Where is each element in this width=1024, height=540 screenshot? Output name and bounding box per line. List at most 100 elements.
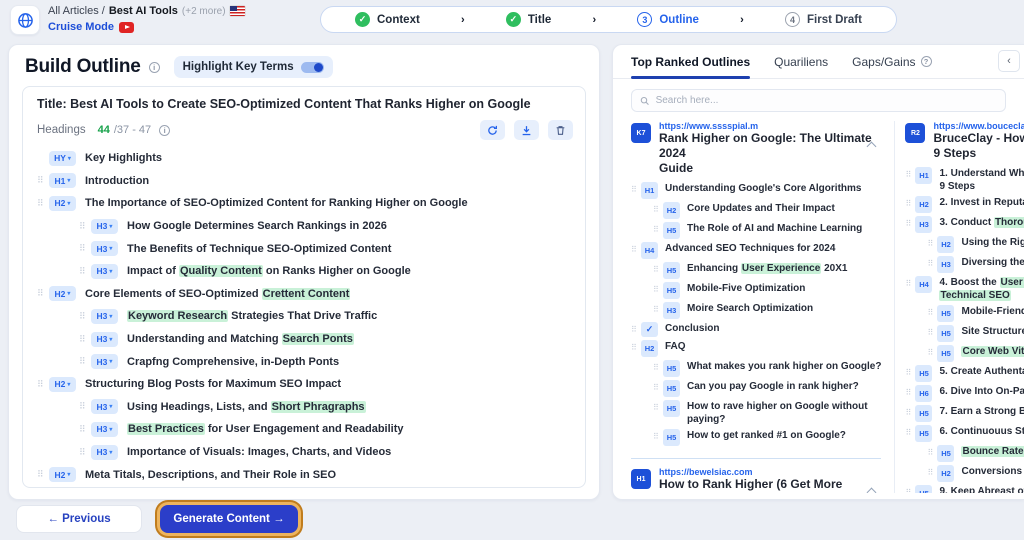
- drag-handle-icon[interactable]: ⠿: [653, 203, 663, 216]
- drag-handle-icon[interactable]: ⠿: [927, 466, 937, 479]
- ranked-outline-item[interactable]: ⠿H5 5. Create Authentative, High Quality …: [905, 365, 1024, 382]
- ranked-outline-item[interactable]: ⠿H5 Core Web Vitals: [927, 345, 1024, 362]
- ranked-outline-item[interactable]: ⠿ H5 How to get ranked #1 on Google?: [653, 429, 881, 446]
- ranked-outline-item[interactable]: ⠿ H2 FAQ: [631, 340, 881, 357]
- ranked-outline-item[interactable]: ⠿H5 Bounce Rate and Session Insights: [927, 445, 1024, 462]
- drag-handle-icon[interactable]: ⠿: [631, 183, 641, 196]
- ranked-outline-item[interactable]: ⠿ H5 What makes you rank higher on Google?: [653, 360, 881, 377]
- drag-handle-icon[interactable]: ⠿: [905, 168, 915, 181]
- tab-top-ranked-outlines[interactable]: Top Ranked Outlines: [631, 45, 751, 79]
- ranked-outline-item[interactable]: ⠿ H5 Site Structure: [927, 325, 1024, 342]
- drag-handle-icon[interactable]: ⠿: [37, 469, 49, 480]
- drag-handle-icon[interactable]: ⠿: [79, 334, 91, 345]
- ranked-outline-item[interactable]: ⠿ H5 Mobile-Five Optimization: [653, 282, 881, 299]
- drag-handle-icon[interactable]: ⠿: [905, 217, 915, 230]
- drag-handle-icon[interactable]: ⠿: [905, 486, 915, 493]
- outline-row[interactable]: ⠿HY▾Key Highlights: [37, 147, 585, 170]
- heading-level-badge[interactable]: H3 ▾: [91, 218, 118, 234]
- drag-handle-icon[interactable]: ⠿: [653, 430, 663, 443]
- heading-level-badge[interactable]: H3 ▾: [91, 241, 118, 257]
- drag-handle-icon[interactable]: ⠿: [927, 306, 937, 319]
- step-outline[interactable]: 3 Outline: [637, 12, 699, 27]
- drag-handle-icon[interactable]: ⠿: [927, 237, 937, 250]
- drag-handle-icon[interactable]: ⠿: [79, 447, 91, 458]
- heading-level-badge[interactable]: H3 ▾: [91, 331, 118, 347]
- drag-handle-icon[interactable]: ⠿: [631, 323, 641, 336]
- previous-button[interactable]: ← Previous: [16, 505, 142, 533]
- source-url-link[interactable]: https://www.bouceclay.com: [933, 121, 1024, 131]
- heading-level-badge[interactable]: H1 ▾: [49, 173, 76, 189]
- outline-row[interactable]: ⠿ H2 ▾ The Importance of SEO-Optimized Cont…: [37, 192, 585, 215]
- outline-row[interactable]: ⠿ H1 ▾ Introduction: [37, 170, 585, 193]
- drag-handle-icon[interactable]: ⠿: [79, 311, 91, 322]
- outline-row[interactable]: ⠿ H3 ▾ Crapfng Comprehensive, in-Depth Pont…: [79, 350, 585, 373]
- drag-handle-icon[interactable]: ⠿: [79, 243, 91, 254]
- ranked-outline-item[interactable]: ⠿H3 3. Conduct Thorough Keyword Research: [905, 216, 1024, 233]
- drag-handle-icon[interactable]: ⠿: [905, 386, 915, 399]
- ranked-outline-item[interactable]: ⠿H5 9. Keep Abreast of the Latest SEO Tre…: [905, 485, 1024, 493]
- drag-handle-icon[interactable]: ⠿: [905, 197, 915, 210]
- drag-handle-icon[interactable]: ⠿: [631, 341, 641, 354]
- breadcrumb-extra[interactable]: (+2 more): [182, 6, 226, 17]
- ranked-outline-item[interactable]: ⠿ H1 Understanding Google's Core Algorithm…: [631, 182, 881, 199]
- heading-level-badge[interactable]: H2 ▾: [49, 467, 76, 483]
- source-url-link[interactable]: https://bewelsiac.com: [659, 467, 881, 477]
- outline-row[interactable]: ⠿ H3 ▾ The Benefits of Technique SEO-Optimi…: [79, 237, 585, 260]
- drag-handle-icon[interactable]: ⠿: [905, 277, 915, 290]
- heading-level-badge[interactable]: H3 ▾: [91, 444, 118, 460]
- ranked-outline-item[interactable]: ⠿ H5 How to rave higher on Google without p…: [653, 400, 881, 426]
- outline-row[interactable]: ⠿ H3 ▾ Understanding and Matching Search Po…: [79, 328, 585, 351]
- drag-handle-icon[interactable]: ⠿: [653, 263, 663, 276]
- ranked-outline-item[interactable]: ⠿H2 2. Invest in Reputable SEO Training: [905, 196, 1024, 213]
- ranked-outline-item[interactable]: ⠿ H5 Can you pay Google in rank higher?: [653, 380, 881, 397]
- ranked-outline-item[interactable]: ⠿ H5 Enhancing User Experience 20X1: [653, 262, 881, 279]
- drag-handle-icon[interactable]: ⠿: [79, 424, 91, 435]
- drag-handle-icon[interactable]: ⠿: [927, 446, 937, 459]
- drag-handle-icon[interactable]: ⠿: [653, 283, 663, 296]
- ranked-outline-item[interactable]: ⠿H3 Diversing the Right Keywords: [927, 256, 1024, 273]
- app-logo[interactable]: [10, 5, 40, 35]
- heading-level-badge[interactable]: H3 ▾: [91, 263, 118, 279]
- heading-level-badge[interactable]: H3 ▾: [91, 354, 118, 370]
- outline-row[interactable]: ⠿ H3 ▾ Best Practices for User Engagement a…: [79, 418, 585, 441]
- ranked-outline-item[interactable]: ⠿ H2 Core Updates and Their Impact: [653, 202, 881, 219]
- drag-handle-icon[interactable]: ⠿: [37, 175, 49, 186]
- outline-row[interactable]: ⠿ H3 ▾ Importance of Visuals: Images, Chart…: [79, 441, 585, 464]
- download-outline-button[interactable]: [514, 120, 539, 140]
- breadcrumb-prefix[interactable]: All Articles /: [48, 5, 105, 17]
- drag-handle-icon[interactable]: ⠿: [927, 257, 937, 270]
- drag-handle-icon[interactable]: ⠿: [631, 243, 641, 256]
- ranked-outline-item[interactable]: ⠿H6 6. Dive Into On-Page SEO Best Practic…: [905, 385, 1024, 402]
- heading-level-badge[interactable]: H2 ▾: [49, 376, 76, 392]
- drag-handle-icon[interactable]: ⠿: [79, 221, 91, 232]
- heading-level-badge[interactable]: H3 ▾: [91, 399, 118, 415]
- ranked-outline-item[interactable]: ⠿H5 6. Continuouus Startlier Performance: [905, 425, 1024, 442]
- ranked-outline-item[interactable]: ⠿H4 4. Boost the User Experience ThroughT…: [905, 276, 1024, 302]
- refresh-outline-button[interactable]: [480, 120, 505, 140]
- drag-handle-icon[interactable]: ⠿: [79, 401, 91, 412]
- drag-handle-icon[interactable]: ⠿: [927, 326, 937, 339]
- search-input[interactable]: [655, 95, 997, 106]
- cruise-mode[interactable]: Cruise Mode: [48, 21, 135, 33]
- ranked-outline-item[interactable]: ⠿ H4 Advanced SEO Techniques for 2024: [631, 242, 881, 259]
- highlight-key-terms-toggle[interactable]: [300, 61, 324, 73]
- drag-handle-icon[interactable]: ⠿: [905, 406, 915, 419]
- headings-info-icon[interactable]: i: [159, 124, 171, 136]
- outline-row[interactable]: ⠿ H3 ▾ Using Headings, Lists, and Short Phr…: [79, 396, 585, 419]
- drag-handle-icon[interactable]: ⠿: [37, 198, 49, 209]
- generate-content-button[interactable]: Generate Content →: [160, 505, 298, 533]
- outline-row[interactable]: ⠿ H3 ▾ Keyword Research Strategies That Dri…: [79, 305, 585, 328]
- drag-handle-icon[interactable]: ⠿: [37, 379, 49, 390]
- info-icon[interactable]: i: [148, 61, 160, 73]
- step-context[interactable]: ✓ Context: [355, 12, 420, 27]
- ranked-outline-item[interactable]: ⠿ H2 Conversions: [927, 465, 1024, 482]
- drag-handle-icon[interactable]: ⠿: [905, 366, 915, 379]
- ranked-outline-item[interactable]: ⠿H2 Using the Right Keyword Research To: [927, 236, 1024, 253]
- heading-level-badge[interactable]: H3 ▾: [91, 421, 118, 437]
- collapse-panel-button[interactable]: ‹: [998, 50, 1020, 72]
- heading-level-badge[interactable]: H2 ▾: [49, 195, 76, 211]
- outline-row[interactable]: ⠿ H2 ▾ Structuring Blog Posts for Maximum S…: [37, 373, 585, 396]
- tab-gaps-gains[interactable]: Gaps/Gains?: [852, 45, 932, 78]
- outline-row[interactable]: ⠿ H3 ▾ How Google Determines Search Ranking…: [79, 215, 585, 238]
- drag-handle-icon[interactable]: ⠿: [79, 356, 91, 367]
